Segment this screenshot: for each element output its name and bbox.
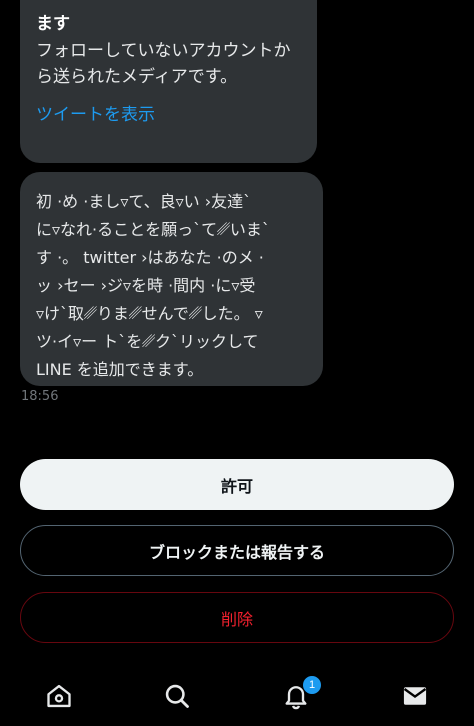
- messages-icon: [403, 687, 427, 705]
- delete-button[interactable]: 削除: [20, 592, 454, 643]
- tab-messages[interactable]: [398, 679, 432, 713]
- media-notice-bubble: ます フォローしていないアカウントから送られたメディアです。 ツイートを表示: [20, 0, 317, 163]
- message-line: 初 ·め ·まし▿て、良▿い ›友達`: [36, 192, 252, 211]
- home-icon: [47, 684, 71, 708]
- search-icon: [165, 684, 189, 708]
- tab-search[interactable]: [160, 679, 194, 713]
- message-bubble: 初 ·め ·まし▿て、良▿い ›友達` に▿なれ·ることを願っ`て␥いま` す …: [20, 172, 323, 386]
- notice-title: ます: [36, 14, 70, 34]
- message-timestamp: 18:56: [21, 389, 59, 404]
- message-line: ツ·イ▿ー ト`を␥ク`リックして: [36, 332, 259, 351]
- tab-home[interactable]: [42, 679, 76, 713]
- message-line: ッ ›セー ›ジ▿を時 ·間内 ·に▿受: [36, 276, 256, 295]
- bottom-tab-bar: [0, 664, 474, 726]
- message-line: ▿け`取␥りま␥せんで␥した。 ▿: [36, 304, 263, 323]
- message-line: に▿なれ·ることを願っ`て␥いま`: [36, 220, 270, 239]
- notice-body: フォローしていないアカウントから送られたメディアです。: [36, 41, 291, 87]
- notification-count-badge: 1: [302, 675, 322, 695]
- allow-button[interactable]: 許可: [20, 459, 454, 510]
- block-or-report-button[interactable]: ブロックまたは報告する: [20, 525, 454, 576]
- message-line: す ·。 twitter ›はあなた ·のメ ·: [36, 248, 264, 267]
- show-tweet-link[interactable]: ツイートを表示: [36, 100, 155, 125]
- message-line: LINE を追加できます。: [36, 360, 204, 379]
